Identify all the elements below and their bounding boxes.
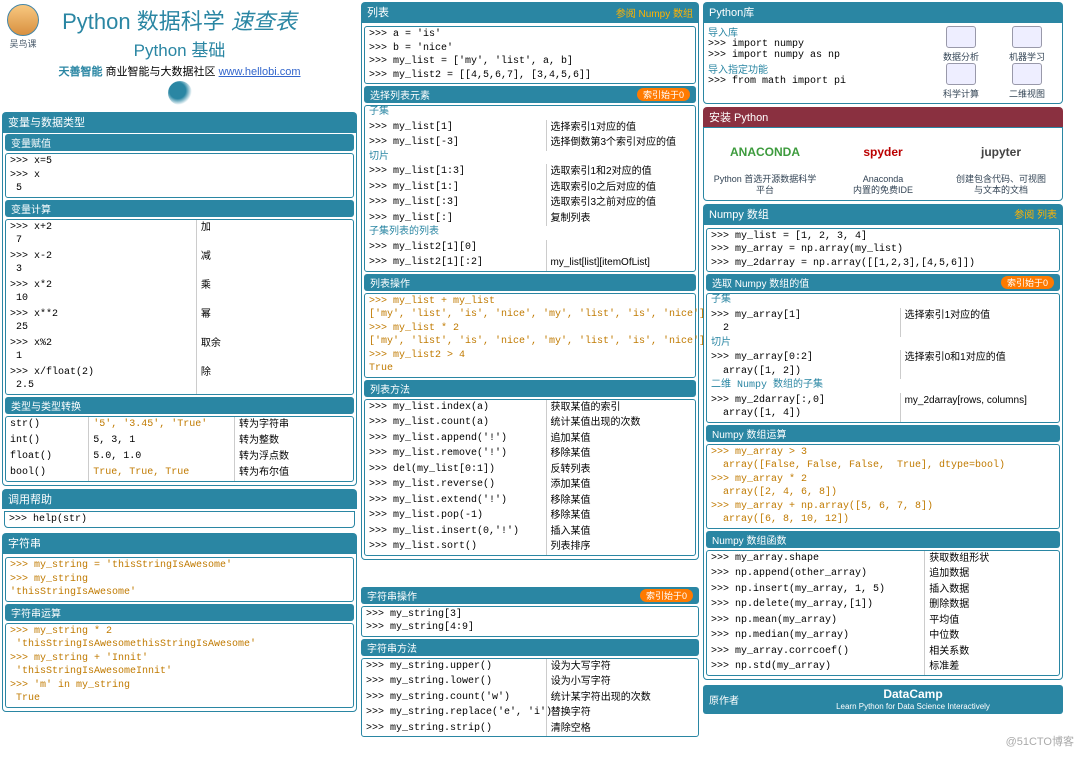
code-strcalc: >>> my_string * 2 'thisStringIsAwesometh… [5, 623, 354, 708]
code-help: >>> help(str) [4, 511, 355, 529]
section-vars: 变量与数据类型 [2, 112, 357, 132]
sub-npop: Numpy 数组运算 [706, 425, 1060, 442]
datacamp-footer: 原作者 DataCampLearn Python for Data Scienc… [703, 685, 1063, 714]
sub-strop: 字符串操作索引始于0 [361, 587, 699, 604]
credit-link[interactable]: www.hellobi.com [219, 66, 301, 78]
page-subtitle: Python 基础 [2, 36, 357, 61]
avatar-name: 吴鸟课 [9, 37, 36, 50]
install-row: ANACONDAPython 首选开源数据科学平台spyderAnaconda … [703, 127, 1063, 201]
code-np: >>> my_list = [1, 2, 3, 4] >>> my_array … [706, 228, 1060, 273]
section-install: 安装 Python [703, 107, 1063, 127]
lbl-imp2: 导入指定功能 [704, 61, 926, 76]
code-strm: >>> my_string.upper()设为大写字符>>> my_string… [361, 658, 699, 738]
page-title: Python 数据科学 速查表 [2, 4, 357, 36]
code-npop: >>> my_array > 3 array([False, False, Fa… [706, 444, 1060, 529]
avatar-icon [7, 4, 39, 36]
lbl-imp1: 导入库 [704, 24, 926, 39]
section-list: 列表参阅 Numpy 数组 [361, 2, 699, 22]
code-assign: >>> x=5 >>> x 5 [5, 153, 354, 198]
sub-npf: Numpy 数组函数 [706, 531, 1060, 548]
section-string: 字符串 [2, 533, 357, 553]
code-imp1: >>> import numpy >>> import numpy as np [704, 39, 926, 61]
te-logo-icon [168, 81, 192, 105]
types-table: str()'5', '3.45', 'True'转为字符串int()5, 3, … [5, 416, 354, 482]
sub-types: 类型与类型转换 [5, 397, 354, 414]
tools-grid: 数据分析机器学习科学计算二维视图 [926, 24, 1062, 102]
code-imp2: >>> from math import pi [704, 76, 926, 87]
sub-assign: 变量赋值 [5, 134, 354, 151]
sub-strm: 字符串方法 [361, 639, 699, 656]
sub-listsel: 选择列表元素索引始于0 [364, 86, 696, 103]
section-lib: Python库 [703, 2, 1063, 22]
code-listm: >>> my_list.index(a)获取某值的索引>>> my_list.c… [364, 399, 696, 556]
sub-npsel: 选取 Numpy 数组的值索引始于0 [706, 274, 1060, 291]
credit-line: 天善智能 商业智能与大数据社区 www.hellobi.com [2, 63, 357, 79]
watermark: @51CTO博客 [1006, 733, 1074, 749]
code-npf: >>> my_array.shape获取数组形状>>> np.append(ot… [706, 550, 1060, 676]
code-list: >>> a = 'is' >>> b = 'nice' >>> my_list … [364, 26, 696, 84]
code-listsel: 子集>>> my_list[1]选择索引1对应的值>>> my_list[-3]… [364, 105, 696, 272]
code-calc: >>> x+2 7加>>> x-2 3减>>> x*2 10乘>>> x**2 … [5, 219, 354, 395]
sub-listm: 列表方法 [364, 380, 696, 397]
sub-strcalc: 字符串运算 [5, 604, 354, 621]
code-string: >>> my_string = 'thisStringIsAwesome' >>… [5, 557, 354, 602]
sub-listop: 列表操作 [364, 274, 696, 291]
code-strop: >>> my_string[3] >>> my_string[4:9] [361, 606, 699, 637]
section-help: 调用帮助 [2, 489, 357, 509]
code-listop: >>> my_list + my_list ['my', 'list', 'is… [364, 293, 696, 378]
sub-calc: 变量计算 [5, 200, 354, 217]
section-numpy: Numpy 数组参阅 列表 [703, 204, 1063, 224]
code-npsel: 子集>>> my_array[1] 2选择索引1对应的值切片>>> my_arr… [706, 293, 1060, 423]
avatar-block: 吴鸟课 [6, 4, 40, 50]
title-block: Python 数据科学 速查表 Python 基础 天善智能 商业智能与大数据社… [2, 2, 357, 109]
